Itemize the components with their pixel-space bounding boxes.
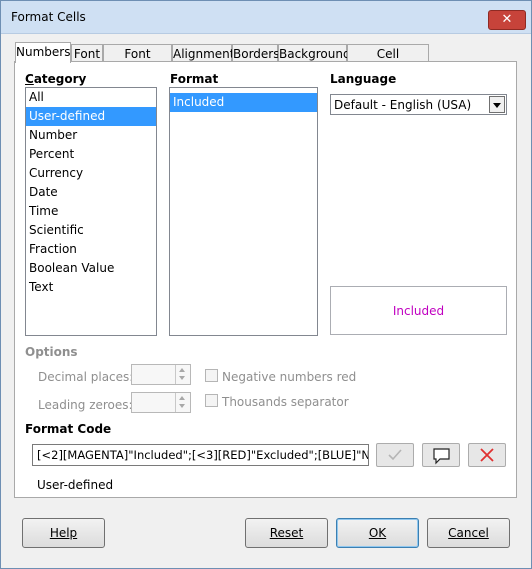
comment-icon (433, 448, 450, 465)
format-code-label: Format Code (25, 422, 112, 436)
category-label: Category (25, 72, 87, 86)
window-title: Format Cells (11, 10, 86, 24)
spin-down-icon[interactable] (179, 376, 185, 380)
category-item-date[interactable]: Date (26, 183, 156, 202)
tab-alignment[interactable]: Alignment (172, 44, 234, 62)
preview-text: Included (392, 304, 445, 318)
category-item-user-defined[interactable]: User-defined (26, 107, 156, 126)
tab-font-effects[interactable]: Font Effects (103, 44, 172, 79)
delete-format-button[interactable] (468, 443, 506, 467)
tab-numbers[interactable]: Numbers (15, 42, 71, 63)
help-button-label: Help (49, 526, 78, 540)
cancel-button-label: Cancel (448, 526, 489, 540)
thousands-separator-checkbox[interactable] (205, 394, 218, 407)
spin-up-icon[interactable] (179, 368, 185, 372)
delete-x-icon (480, 448, 494, 462)
edit-comment-button[interactable] (422, 443, 460, 467)
tab-font[interactable]: Font (71, 44, 103, 62)
close-button[interactable]: ✕ (488, 10, 526, 30)
reset-button-label: Reset (269, 526, 304, 540)
ok-button[interactable]: OK (336, 518, 419, 548)
decimal-places-spinner[interactable] (131, 364, 191, 385)
leading-zeroes-spinner[interactable] (131, 392, 191, 413)
category-item-currency[interactable]: Currency (26, 164, 156, 183)
spinner-buttons[interactable] (175, 393, 190, 412)
help-button[interactable]: Help (22, 518, 105, 548)
format-list[interactable]: Included (169, 87, 318, 336)
category-list[interactable]: All User-defined Number Percent Currency… (25, 87, 157, 336)
category-item-fraction[interactable]: Fraction (26, 240, 156, 259)
checkmark-icon (388, 449, 402, 461)
negative-red-checkbox[interactable] (205, 369, 218, 382)
ok-button-label: OK (368, 526, 387, 540)
category-item-time[interactable]: Time (26, 202, 156, 221)
decimal-places-label: Decimal places: (38, 370, 134, 384)
format-code-input[interactable]: [<2][MAGENTA]"Included";[<3][RED]"Exclud… (32, 444, 369, 466)
format-item-included[interactable]: Included (170, 93, 317, 112)
category-item-percent[interactable]: Percent (26, 145, 156, 164)
language-label: Language (330, 72, 397, 86)
format-label: Format (170, 72, 219, 86)
title-bar: Format Cells ✕ (1, 1, 531, 34)
negative-red-label: Negative numbers red (222, 370, 357, 384)
category-label-rest: ategory (33, 72, 87, 86)
category-item-all[interactable]: All (26, 88, 156, 107)
spin-up-icon[interactable] (179, 396, 185, 400)
chevron-down-icon[interactable] (489, 96, 505, 113)
apply-format-button[interactable] (376, 443, 414, 467)
format-preview: Included (330, 286, 507, 335)
spin-down-icon[interactable] (179, 404, 185, 408)
category-item-number[interactable]: Number (26, 126, 156, 145)
category-item-boolean-value[interactable]: Boolean Value (26, 259, 156, 278)
category-item-text[interactable]: Text (26, 278, 156, 297)
category-item-scientific[interactable]: Scientific (26, 221, 156, 240)
tab-cell-protection[interactable]: Cell Protection (347, 44, 429, 79)
language-value: Default - English (USA) (334, 98, 472, 112)
language-select[interactable]: Default - English (USA) (330, 94, 507, 115)
reset-button[interactable]: Reset (245, 518, 328, 548)
leading-zeroes-label: Leading zeroes: (38, 398, 133, 412)
options-label: Options (25, 345, 78, 359)
thousands-separator-label: Thousands separator (222, 395, 349, 409)
format-description: User-defined (37, 478, 114, 492)
cancel-button[interactable]: Cancel (427, 518, 510, 548)
spinner-buttons[interactable] (175, 365, 190, 384)
tab-borders[interactable]: Borders (232, 44, 279, 62)
tab-background[interactable]: Background (278, 44, 351, 62)
